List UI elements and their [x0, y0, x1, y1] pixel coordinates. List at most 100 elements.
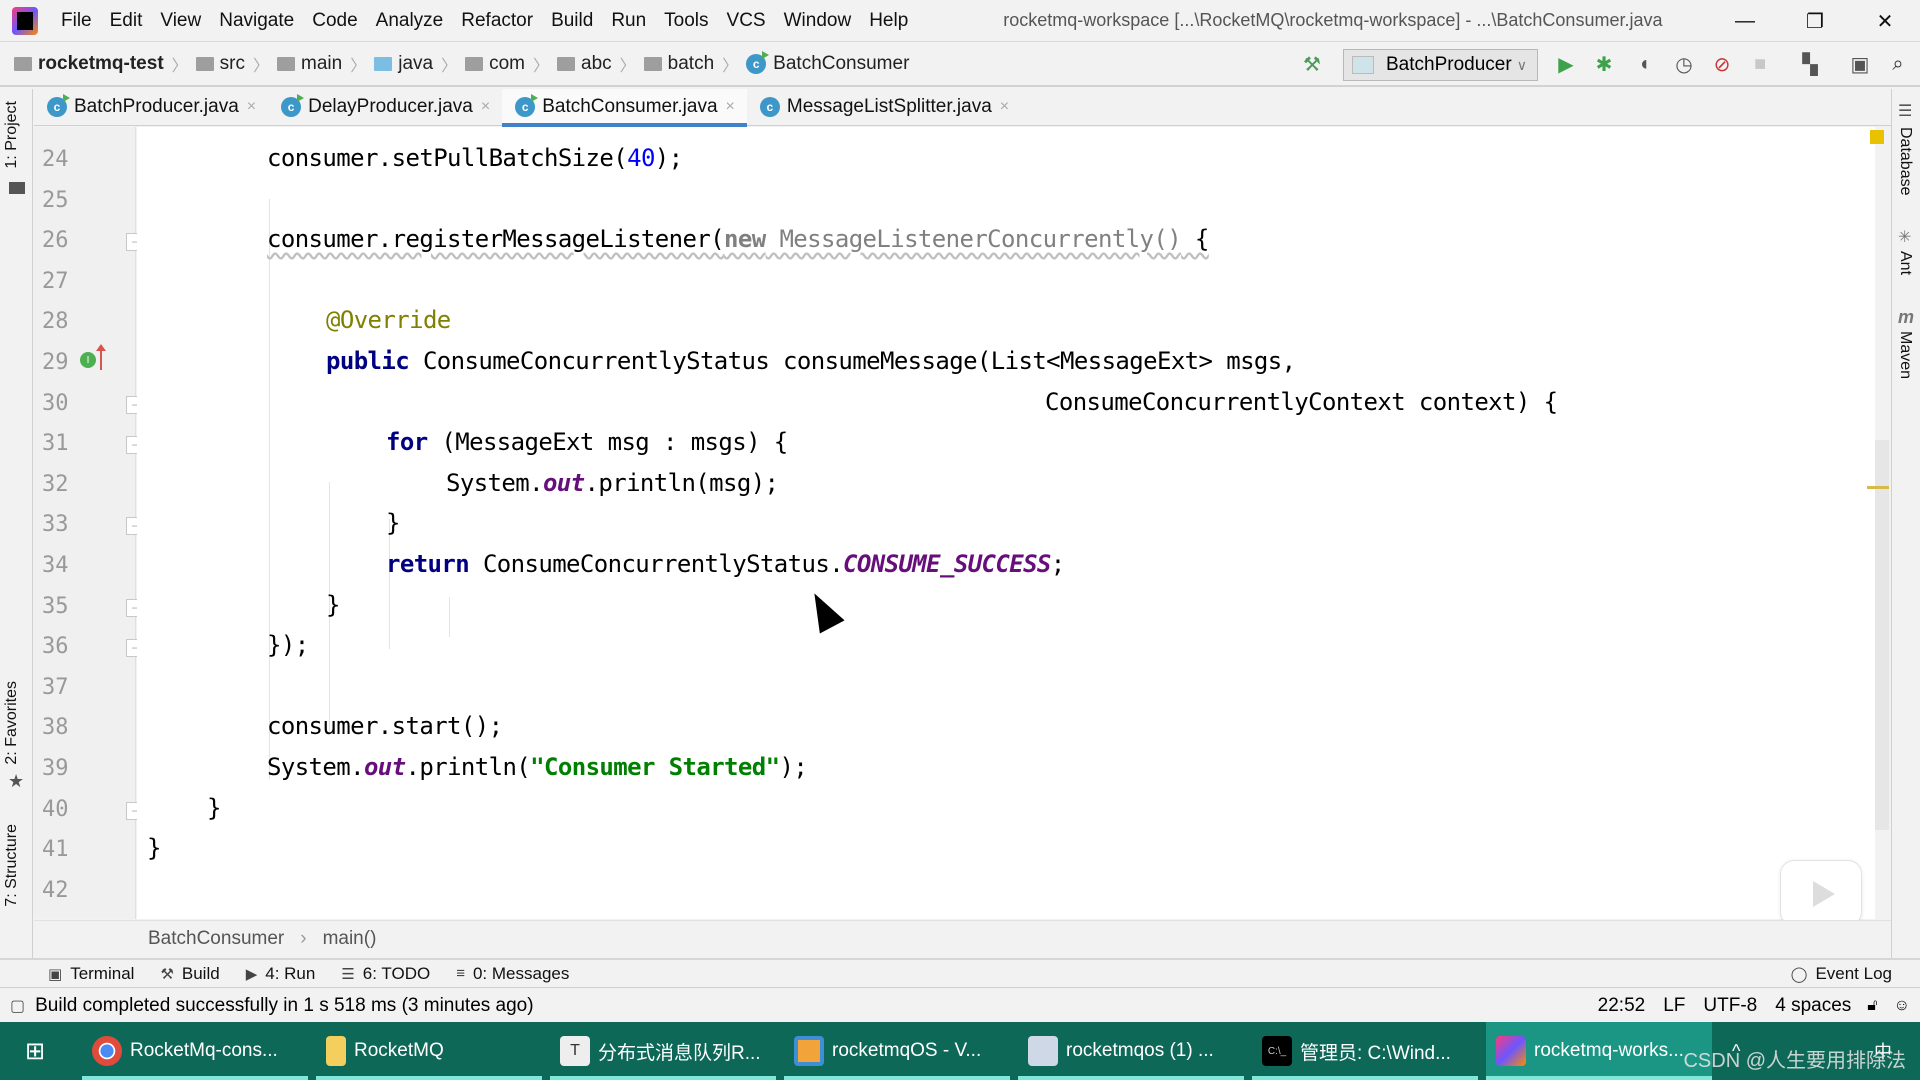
editor-breadcrumb: BatchConsumer › main() [34, 920, 1891, 956]
menu-edit[interactable]: Edit [107, 10, 146, 32]
module-folder-icon [14, 57, 32, 71]
line-separator[interactable]: LF [1663, 995, 1685, 1017]
taskbar-intellij[interactable]: rocketmq-works... [1486, 1022, 1712, 1080]
toggle-tool-windows-icon[interactable]: ▢ [10, 996, 25, 1016]
run-configuration-select[interactable]: BatchProducer ∨ [1343, 49, 1538, 81]
menu-refactor[interactable]: Refactor [458, 10, 536, 32]
search-icon[interactable]: ⌕ [1884, 50, 1912, 78]
crumb-method[interactable]: main() [323, 928, 377, 950]
menu-tools[interactable]: Tools [661, 10, 711, 32]
crumb-abc[interactable]: abc [557, 53, 612, 75]
crumb-main[interactable]: main [277, 53, 342, 75]
line-number: 31 [42, 431, 69, 456]
override-up-arrow-icon[interactable] [96, 344, 106, 370]
run-icon[interactable]: ▶ [1552, 50, 1580, 78]
chevron-right-icon: 〉 [722, 58, 739, 75]
debug-icon[interactable]: ✱ [1590, 50, 1618, 78]
code-line-30: ConsumeConcurrentlyContext context) { [1045, 388, 1558, 416]
menu-analyze[interactable]: Analyze [373, 10, 447, 32]
crumb-module[interactable]: rocketmq-test [14, 53, 164, 75]
line-number: 35 [42, 594, 69, 619]
close-tab-icon[interactable]: × [1000, 98, 1009, 116]
warning-marker-icon[interactable] [1870, 130, 1884, 144]
build-hammer-icon[interactable]: ⚒ [1298, 50, 1326, 78]
build-tool-button[interactable]: ⚒ Build [160, 964, 219, 984]
project-tool-tab[interactable]: 1: Project [3, 101, 21, 169]
scrollbar-warning-tick[interactable] [1867, 486, 1889, 489]
menu-code[interactable]: Code [309, 10, 360, 32]
menu-navigate[interactable]: Navigate [216, 10, 297, 32]
tab-batch-producer[interactable]: c BatchProducer.java × [34, 89, 268, 126]
maven-tool-tab[interactable]: Maven [1896, 331, 1914, 379]
structure-tool-tab[interactable]: 7: Structure [3, 824, 21, 907]
restore-button[interactable]: ❐ [1780, 0, 1850, 42]
tab-batch-consumer[interactable]: c BatchConsumer.java × [502, 88, 747, 127]
menu-view[interactable]: View [157, 10, 204, 32]
project-structure-icon[interactable]: ▚ [1796, 50, 1824, 78]
taskbar-typora[interactable]: T 分布式消息队列R... [550, 1022, 776, 1080]
tab-message-list-splitter[interactable]: c MessageListSplitter.java × [747, 89, 1021, 126]
status-message[interactable]: Build completed successfully in 1 s 518 … [35, 995, 533, 1017]
coverage-icon[interactable]: ◖ [1630, 50, 1658, 78]
taskbar-cmd[interactable]: C:\_ 管理员: C:\Wind... [1252, 1022, 1478, 1080]
menu-file[interactable]: File [58, 10, 95, 32]
taskbar-virtualbox[interactable]: rocketmqOS - V... [784, 1022, 1010, 1080]
crumb-class[interactable]: BatchConsumer [148, 928, 284, 950]
close-button[interactable]: ✕ [1850, 0, 1920, 42]
file-encoding[interactable]: UTF-8 [1703, 995, 1757, 1017]
taskbar-explorer[interactable]: RocketMQ [316, 1022, 542, 1080]
caret-position[interactable]: 22:52 [1598, 995, 1646, 1017]
chrome-icon [92, 1036, 122, 1066]
crumb-src[interactable]: src [195, 53, 245, 75]
folder-icon [195, 57, 214, 71]
editor-scrollbar[interactable] [1875, 440, 1889, 830]
favorites-tool-tab[interactable]: 2: Favorites [3, 681, 21, 765]
video-play-overlay-button[interactable] [1780, 860, 1862, 926]
close-tab-icon[interactable]: × [481, 98, 490, 116]
windows-start-icon[interactable]: ⊞ [0, 1037, 70, 1066]
taskbar-remote-desktop[interactable]: rocketmqos (1) ... [1018, 1022, 1244, 1080]
taskbar-chrome[interactable]: RocketMq-cons... [82, 1022, 308, 1080]
menu-help[interactable]: Help [866, 10, 911, 32]
java-class-icon: c [515, 94, 539, 117]
stop-icon[interactable]: ■ [1746, 50, 1774, 78]
indent-setting[interactable]: 4 spaces [1775, 995, 1851, 1017]
menu-build[interactable]: Build [548, 10, 596, 32]
crumb-batch[interactable]: batch [643, 53, 714, 75]
profile-icon[interactable]: ◷ [1670, 50, 1698, 78]
chevron-right-icon: 〉 [533, 58, 550, 75]
todo-tool-button[interactable]: ☰ 6: TODO [341, 964, 430, 984]
line-number: 28 [42, 309, 69, 334]
close-tab-icon[interactable]: × [726, 98, 735, 116]
line-number: 39 [42, 756, 69, 781]
menu-vcs[interactable]: VCS [724, 10, 769, 32]
todo-icon: ☰ [341, 965, 355, 983]
terminal-tool-button[interactable]: ▣ Terminal [48, 964, 134, 984]
event-log-button[interactable]: ◯ Event Log [1791, 964, 1892, 984]
close-tab-icon[interactable]: × [247, 98, 256, 116]
lock-icon[interactable]: 🔓︎ [1867, 997, 1877, 1015]
run-tool-button[interactable]: ▶ 4: Run [246, 964, 316, 984]
hector-inspector-icon[interactable]: ☺ [1894, 997, 1910, 1015]
crumb-java[interactable]: java [374, 53, 433, 75]
attach-debugger-icon[interactable]: ⊘ [1708, 50, 1736, 78]
ant-icon: ✳ [1898, 229, 1912, 246]
editor-gutter[interactable]: 24 25 26 27 28 29 30 31 32 33 34 35 36 3… [34, 127, 144, 919]
messages-tool-button[interactable]: ≡ 0: Messages [456, 964, 569, 984]
ant-tool-tab[interactable]: Ant [1896, 251, 1914, 275]
implements-method-icon[interactable]: I [80, 352, 96, 368]
minimize-button[interactable]: — [1710, 0, 1780, 42]
messages-icon: ≡ [456, 965, 465, 982]
tab-delay-producer[interactable]: c DelayProducer.java × [268, 89, 502, 126]
crumb-class[interactable]: c BatchConsumer [746, 51, 909, 75]
menu-window[interactable]: Window [781, 10, 855, 32]
crumb-com[interactable]: com [465, 53, 525, 75]
menu-run[interactable]: Run [608, 10, 649, 32]
code-line-40: } [207, 794, 221, 822]
typora-icon: T [560, 1036, 590, 1066]
editor-tabs: c BatchProducer.java × c DelayProducer.java… [34, 88, 1891, 127]
database-tool-tab[interactable]: Database [1896, 127, 1914, 196]
code-editor[interactable]: consumer.setPullBatchSize(40); consumer.… [137, 127, 1875, 919]
chevron-right-icon: › [300, 927, 307, 949]
sdk-icon[interactable]: ▣ [1846, 50, 1874, 78]
